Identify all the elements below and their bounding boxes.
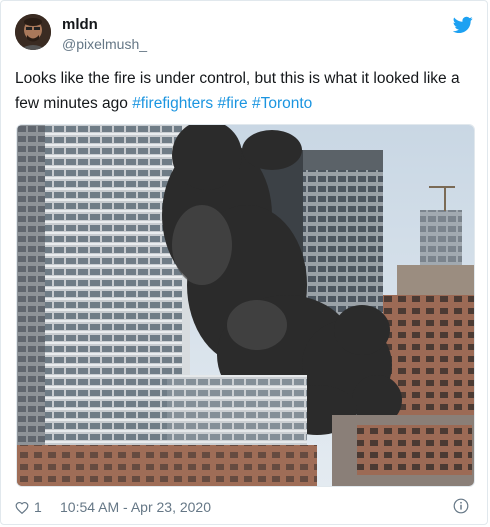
- tweet-card: mldn @pixelmush_ Looks like the fire is …: [0, 0, 488, 525]
- fire-photo-icon: [17, 125, 474, 486]
- display-name[interactable]: mldn: [62, 16, 147, 34]
- hashtag-fire[interactable]: #fire: [217, 95, 247, 112]
- tweet-footer: 1 10:54 AM - Apr 23, 2020: [15, 495, 473, 519]
- hashtag-firefighters[interactable]: #firefighters: [132, 95, 213, 112]
- avatar[interactable]: [15, 14, 51, 50]
- heart-icon: [15, 501, 29, 514]
- like-count: 1: [34, 499, 42, 515]
- hashtag-toronto[interactable]: #Toronto: [252, 95, 312, 112]
- user-handle[interactable]: @pixelmush_: [62, 35, 147, 53]
- info-icon[interactable]: [453, 498, 469, 514]
- like-button[interactable]: 1: [15, 499, 42, 515]
- author-names: mldn @pixelmush_: [62, 16, 147, 53]
- tweet-text: Looks like the fire is under control, bu…: [15, 66, 475, 116]
- tweet-media[interactable]: [16, 124, 475, 487]
- tweet-header: mldn @pixelmush_: [15, 14, 473, 54]
- tweet-timestamp[interactable]: 10:54 AM - Apr 23, 2020: [60, 499, 211, 515]
- twitter-bird-icon[interactable]: [453, 16, 473, 34]
- avatar-photo-icon: [15, 14, 51, 50]
